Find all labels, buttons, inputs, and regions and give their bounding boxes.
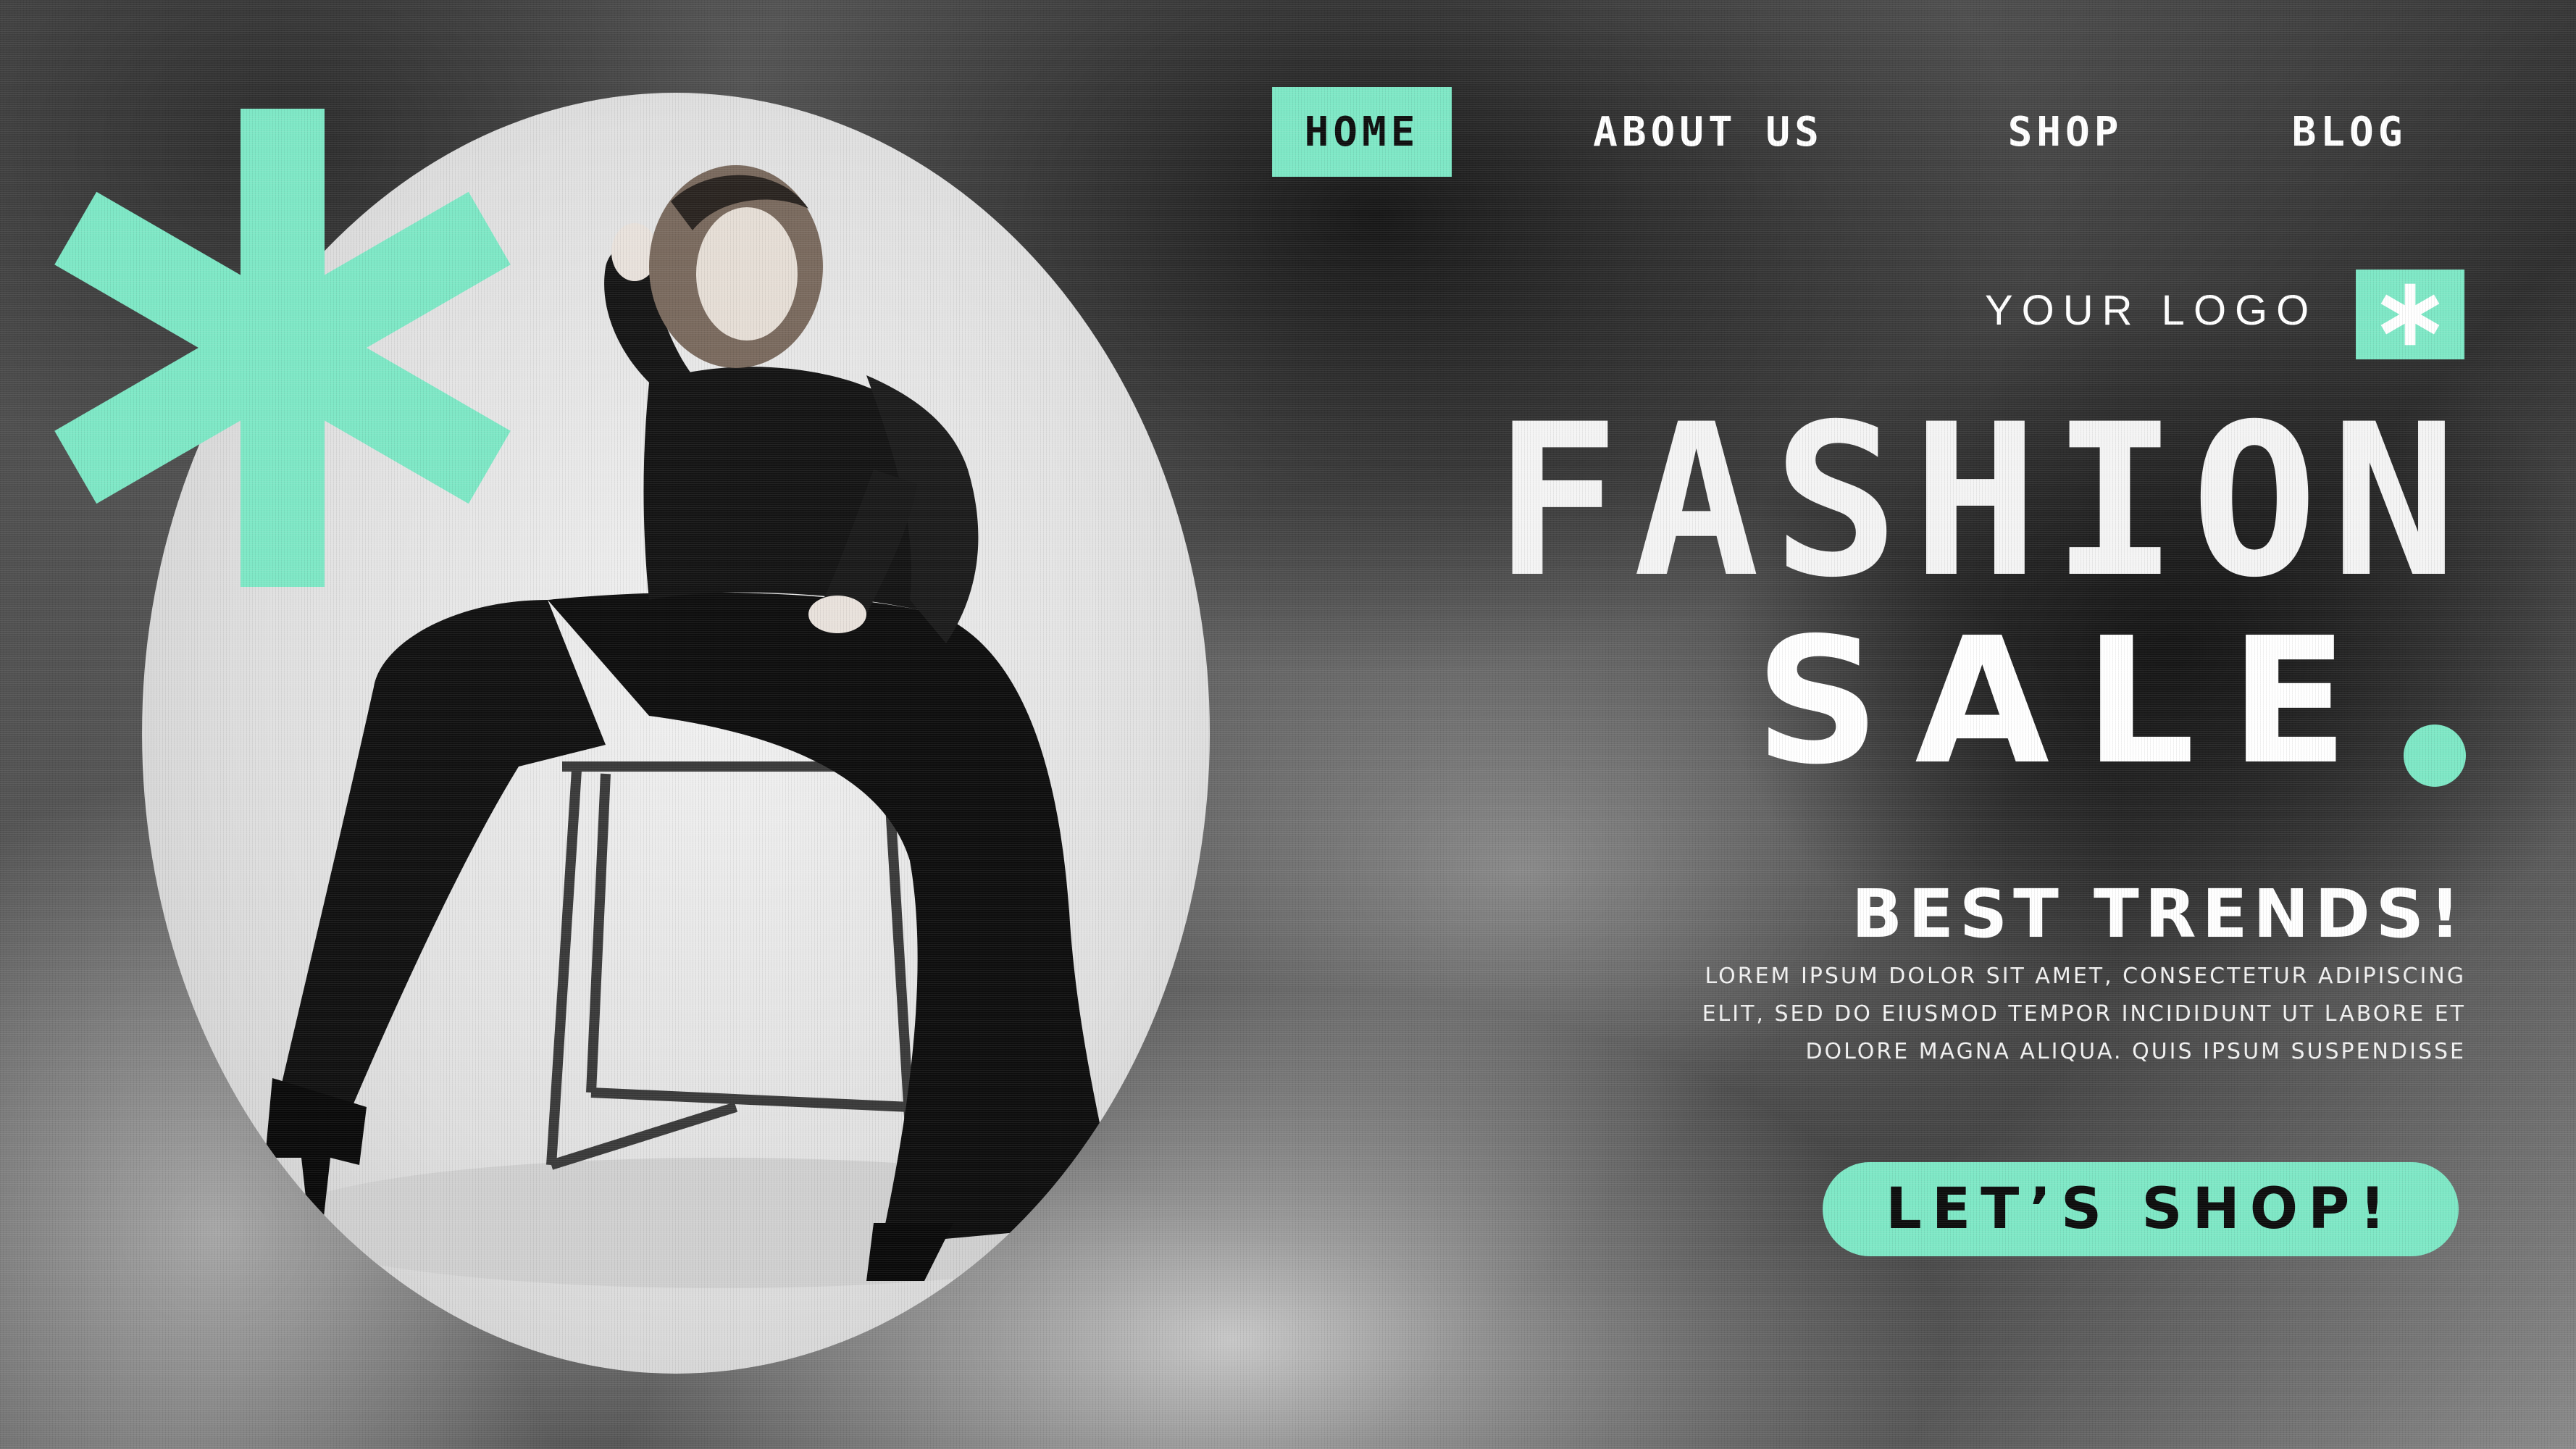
headline-dot — [2404, 724, 2466, 787]
main-nav: HOME ABOUT US SHOP BLOG — [1272, 87, 2576, 177]
subheading: BEST TRENDS! — [1851, 875, 2466, 953]
lets-shop-button[interactable]: LET’S SHOP! — [1823, 1162, 2459, 1256]
body-text: LOREM IPSUM DOLOR SIT AMET, CONSECTETUR … — [1702, 964, 2466, 1064]
nav-item-about-us[interactable]: ABOUT US — [1565, 87, 1852, 177]
asterisk-icon — [2380, 283, 2440, 346]
asterisk-icon — [54, 109, 511, 587]
nav-item-shop[interactable]: SHOP — [1982, 87, 2149, 177]
logo-text: YOUR LOGO — [1985, 287, 2318, 334]
nav-item-home[interactable]: HOME — [1272, 87, 1452, 177]
logo-badge — [2356, 270, 2464, 359]
nav-item-blog[interactable]: BLOG — [2266, 87, 2433, 177]
headline-sale-text: SALE — [1755, 600, 2383, 803]
headline-sale: SALE — [1376, 614, 2463, 788]
headline-fashion: FASHION — [1493, 380, 2470, 624]
